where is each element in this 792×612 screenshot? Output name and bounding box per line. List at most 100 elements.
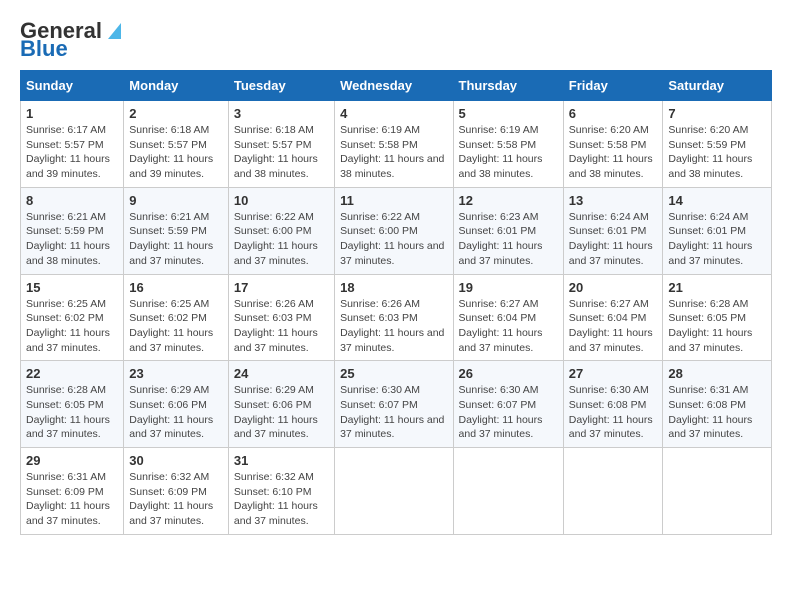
calendar-cell: 29 Sunrise: 6:31 AM Sunset: 6:09 PM Dayl… [21, 448, 124, 535]
day-info: Sunrise: 6:22 AM Sunset: 6:00 PM Dayligh… [234, 210, 329, 269]
calendar-cell: 21 Sunrise: 6:28 AM Sunset: 6:05 PM Dayl… [663, 274, 772, 361]
day-info: Sunrise: 6:29 AM Sunset: 6:06 PM Dayligh… [129, 383, 223, 442]
day-info: Sunrise: 6:22 AM Sunset: 6:00 PM Dayligh… [340, 210, 447, 269]
day-info: Sunrise: 6:21 AM Sunset: 5:59 PM Dayligh… [129, 210, 223, 269]
calendar-week-row: 15 Sunrise: 6:25 AM Sunset: 6:02 PM Dayl… [21, 274, 772, 361]
calendar-cell [335, 448, 453, 535]
day-info: Sunrise: 6:28 AM Sunset: 6:05 PM Dayligh… [668, 297, 766, 356]
calendar-cell: 30 Sunrise: 6:32 AM Sunset: 6:09 PM Dayl… [124, 448, 229, 535]
header-sunday: Sunday [21, 71, 124, 101]
calendar-week-row: 22 Sunrise: 6:28 AM Sunset: 6:05 PM Dayl… [21, 361, 772, 448]
day-info: Sunrise: 6:19 AM Sunset: 5:58 PM Dayligh… [459, 123, 558, 182]
day-info: Sunrise: 6:20 AM Sunset: 5:59 PM Dayligh… [668, 123, 766, 182]
day-info: Sunrise: 6:30 AM Sunset: 6:08 PM Dayligh… [569, 383, 658, 442]
day-info: Sunrise: 6:18 AM Sunset: 5:57 PM Dayligh… [129, 123, 223, 182]
day-info: Sunrise: 6:19 AM Sunset: 5:58 PM Dayligh… [340, 123, 447, 182]
calendar-cell: 28 Sunrise: 6:31 AM Sunset: 6:08 PM Dayl… [663, 361, 772, 448]
calendar-cell: 27 Sunrise: 6:30 AM Sunset: 6:08 PM Dayl… [563, 361, 663, 448]
day-number: 9 [129, 193, 223, 208]
day-number: 22 [26, 366, 118, 381]
logo-icon [103, 21, 121, 39]
calendar-cell: 4 Sunrise: 6:19 AM Sunset: 5:58 PM Dayli… [335, 101, 453, 188]
calendar-cell: 5 Sunrise: 6:19 AM Sunset: 5:58 PM Dayli… [453, 101, 563, 188]
day-info: Sunrise: 6:25 AM Sunset: 6:02 PM Dayligh… [129, 297, 223, 356]
calendar-cell [663, 448, 772, 535]
calendar-week-row: 1 Sunrise: 6:17 AM Sunset: 5:57 PM Dayli… [21, 101, 772, 188]
day-number: 28 [668, 366, 766, 381]
day-number: 2 [129, 106, 223, 121]
day-number: 19 [459, 280, 558, 295]
calendar-cell: 25 Sunrise: 6:30 AM Sunset: 6:07 PM Dayl… [335, 361, 453, 448]
day-info: Sunrise: 6:31 AM Sunset: 6:08 PM Dayligh… [668, 383, 766, 442]
calendar-cell: 15 Sunrise: 6:25 AM Sunset: 6:02 PM Dayl… [21, 274, 124, 361]
day-number: 12 [459, 193, 558, 208]
day-number: 4 [340, 106, 447, 121]
day-info: Sunrise: 6:21 AM Sunset: 5:59 PM Dayligh… [26, 210, 118, 269]
day-info: Sunrise: 6:28 AM Sunset: 6:05 PM Dayligh… [26, 383, 118, 442]
day-info: Sunrise: 6:27 AM Sunset: 6:04 PM Dayligh… [459, 297, 558, 356]
calendar-cell: 7 Sunrise: 6:20 AM Sunset: 5:59 PM Dayli… [663, 101, 772, 188]
calendar-week-row: 8 Sunrise: 6:21 AM Sunset: 5:59 PM Dayli… [21, 187, 772, 274]
day-info: Sunrise: 6:18 AM Sunset: 5:57 PM Dayligh… [234, 123, 329, 182]
day-number: 20 [569, 280, 658, 295]
calendar-cell: 2 Sunrise: 6:18 AM Sunset: 5:57 PM Dayli… [124, 101, 229, 188]
logo-blue-text: Blue [20, 38, 68, 60]
day-number: 25 [340, 366, 447, 381]
day-number: 18 [340, 280, 447, 295]
day-info: Sunrise: 6:17 AM Sunset: 5:57 PM Dayligh… [26, 123, 118, 182]
header-saturday: Saturday [663, 71, 772, 101]
day-number: 10 [234, 193, 329, 208]
day-info: Sunrise: 6:32 AM Sunset: 6:10 PM Dayligh… [234, 470, 329, 529]
day-number: 3 [234, 106, 329, 121]
calendar-cell [453, 448, 563, 535]
calendar-cell: 1 Sunrise: 6:17 AM Sunset: 5:57 PM Dayli… [21, 101, 124, 188]
calendar-cell: 13 Sunrise: 6:24 AM Sunset: 6:01 PM Dayl… [563, 187, 663, 274]
calendar-cell: 18 Sunrise: 6:26 AM Sunset: 6:03 PM Dayl… [335, 274, 453, 361]
header-monday: Monday [124, 71, 229, 101]
day-info: Sunrise: 6:27 AM Sunset: 6:04 PM Dayligh… [569, 297, 658, 356]
day-number: 13 [569, 193, 658, 208]
logo: General Blue [20, 20, 121, 60]
day-info: Sunrise: 6:25 AM Sunset: 6:02 PM Dayligh… [26, 297, 118, 356]
day-number: 11 [340, 193, 447, 208]
calendar-cell: 14 Sunrise: 6:24 AM Sunset: 6:01 PM Dayl… [663, 187, 772, 274]
calendar-cell: 31 Sunrise: 6:32 AM Sunset: 6:10 PM Dayl… [228, 448, 334, 535]
day-info: Sunrise: 6:31 AM Sunset: 6:09 PM Dayligh… [26, 470, 118, 529]
day-info: Sunrise: 6:30 AM Sunset: 6:07 PM Dayligh… [340, 383, 447, 442]
day-number: 6 [569, 106, 658, 121]
calendar-header-row: SundayMondayTuesdayWednesdayThursdayFrid… [21, 71, 772, 101]
day-info: Sunrise: 6:29 AM Sunset: 6:06 PM Dayligh… [234, 383, 329, 442]
day-number: 17 [234, 280, 329, 295]
calendar-cell: 11 Sunrise: 6:22 AM Sunset: 6:00 PM Dayl… [335, 187, 453, 274]
day-number: 21 [668, 280, 766, 295]
header-tuesday: Tuesday [228, 71, 334, 101]
calendar-table: SundayMondayTuesdayWednesdayThursdayFrid… [20, 70, 772, 535]
calendar-cell: 17 Sunrise: 6:26 AM Sunset: 6:03 PM Dayl… [228, 274, 334, 361]
header-wednesday: Wednesday [335, 71, 453, 101]
calendar-cell: 9 Sunrise: 6:21 AM Sunset: 5:59 PM Dayli… [124, 187, 229, 274]
day-number: 8 [26, 193, 118, 208]
calendar-cell: 19 Sunrise: 6:27 AM Sunset: 6:04 PM Dayl… [453, 274, 563, 361]
day-number: 24 [234, 366, 329, 381]
day-info: Sunrise: 6:30 AM Sunset: 6:07 PM Dayligh… [459, 383, 558, 442]
day-number: 16 [129, 280, 223, 295]
day-number: 14 [668, 193, 766, 208]
day-number: 27 [569, 366, 658, 381]
calendar-cell: 6 Sunrise: 6:20 AM Sunset: 5:58 PM Dayli… [563, 101, 663, 188]
day-number: 31 [234, 453, 329, 468]
day-number: 26 [459, 366, 558, 381]
calendar-cell: 20 Sunrise: 6:27 AM Sunset: 6:04 PM Dayl… [563, 274, 663, 361]
day-number: 23 [129, 366, 223, 381]
calendar-cell: 10 Sunrise: 6:22 AM Sunset: 6:00 PM Dayl… [228, 187, 334, 274]
day-info: Sunrise: 6:23 AM Sunset: 6:01 PM Dayligh… [459, 210, 558, 269]
day-number: 1 [26, 106, 118, 121]
calendar-cell [563, 448, 663, 535]
day-info: Sunrise: 6:24 AM Sunset: 6:01 PM Dayligh… [668, 210, 766, 269]
day-info: Sunrise: 6:26 AM Sunset: 6:03 PM Dayligh… [234, 297, 329, 356]
page-header: General Blue [20, 20, 772, 60]
calendar-cell: 23 Sunrise: 6:29 AM Sunset: 6:06 PM Dayl… [124, 361, 229, 448]
day-info: Sunrise: 6:26 AM Sunset: 6:03 PM Dayligh… [340, 297, 447, 356]
calendar-cell: 26 Sunrise: 6:30 AM Sunset: 6:07 PM Dayl… [453, 361, 563, 448]
calendar-cell: 24 Sunrise: 6:29 AM Sunset: 6:06 PM Dayl… [228, 361, 334, 448]
day-number: 29 [26, 453, 118, 468]
